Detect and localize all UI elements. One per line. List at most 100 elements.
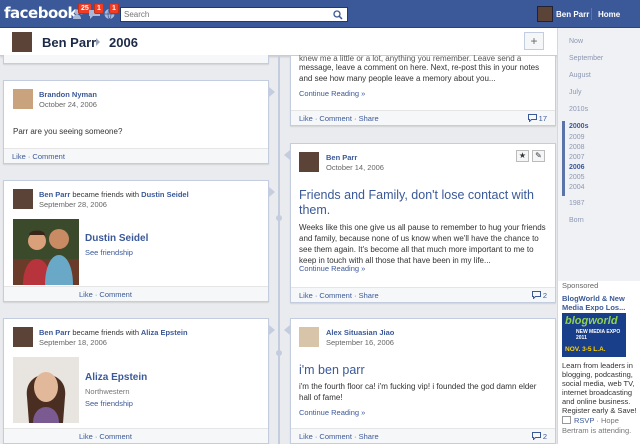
author-avatar[interactable]: [299, 327, 319, 347]
add-button[interactable]: +: [524, 32, 544, 50]
top-bar: facebook 25 1 1 Ben Parr Home: [0, 0, 640, 28]
nav-item-born[interactable]: Born: [569, 217, 584, 224]
note-title[interactable]: i'm ben parr: [299, 363, 551, 378]
like-comment-share-links[interactable]: Like · Comment · Share: [299, 432, 379, 441]
like-comment-links[interactable]: Like · Comment: [12, 152, 65, 161]
comment-count[interactable]: 17: [527, 114, 547, 123]
author-avatar[interactable]: [13, 89, 33, 109]
search-icon[interactable]: [333, 10, 343, 20]
note-text-line-3: and see how many people leave a memory a…: [299, 74, 496, 83]
post-author[interactable]: Ben Parr: [326, 153, 357, 162]
comment-bubble-icon: [531, 432, 541, 441]
nav-item-2000s[interactable]: 2000s: [569, 123, 588, 130]
timeline-header: Ben Parr 2006 +: [0, 28, 557, 56]
see-friendship-link[interactable]: See friendship: [85, 399, 133, 408]
search-input[interactable]: [121, 8, 326, 21]
timeline-spine: [278, 56, 280, 444]
post-author[interactable]: Brandon Nyman: [39, 90, 97, 99]
post-date[interactable]: September 28, 2006: [39, 200, 107, 209]
search-box: [120, 7, 348, 22]
sponsored-header: Sponsored: [562, 281, 599, 290]
breadcrumb-arrow-icon: [96, 38, 100, 46]
friend-photo[interactable]: [13, 357, 79, 423]
spine-pointer: [284, 325, 290, 335]
nav-item-now[interactable]: Now: [569, 38, 583, 45]
post-text: Parr are you seeing someone?: [13, 127, 123, 136]
post-author[interactable]: Alex Situasian Jiao: [326, 328, 394, 337]
note-title[interactable]: Friends and Family, don't lose contact w…: [299, 188, 551, 218]
facebook-logo[interactable]: facebook: [4, 4, 78, 22]
nav-item-1987[interactable]: 1987: [569, 200, 585, 207]
profile-name[interactable]: Ben Parr: [42, 35, 96, 50]
post-date[interactable]: September 16, 2006: [326, 338, 394, 347]
rsvp-link[interactable]: RSVP: [574, 416, 594, 425]
friend-requests-icon[interactable]: 25: [72, 3, 92, 20]
continue-reading-link[interactable]: Continue Reading »: [299, 264, 365, 273]
star-icon[interactable]: ★: [516, 150, 529, 162]
nav-item-2008[interactable]: 2008: [569, 144, 585, 151]
comment-count[interactable]: 2: [531, 432, 547, 441]
ad-image-subtitle: NEW MEDIA EXPO 2011: [576, 329, 621, 341]
edit-pencil-icon[interactable]: ✎: [532, 150, 545, 162]
friendship-card: Ben Parr became friends with Dustin Seid…: [3, 180, 269, 302]
post-date[interactable]: October 14, 2006: [326, 163, 384, 172]
friendship-card: Ben Parr became friends with Aliza Epste…: [3, 318, 269, 444]
note-card: Alex Situasian Jiao September 16, 2006 i…: [290, 318, 556, 444]
spine-pointer: [269, 325, 275, 335]
ad-image[interactable]: blogworld NEW MEDIA EXPO 2011 NOV. 3-5 L…: [562, 313, 626, 357]
like-comment-share-links[interactable]: Like · Comment · Share: [299, 114, 379, 123]
friend-link[interactable]: Dustin Seidel: [141, 190, 189, 199]
sponsored-ad: Sponsored BlogWorld & New Media Expo Los…: [557, 281, 640, 444]
ad-body: Learn from leaders in blogging, podcasti…: [562, 361, 637, 415]
friend-network: Northwestern: [85, 387, 130, 396]
spine-dot: [276, 215, 282, 221]
see-friendship-link[interactable]: See friendship: [85, 248, 133, 257]
friend-link[interactable]: Aliza Epstein: [141, 328, 188, 337]
home-link[interactable]: Home: [598, 10, 620, 19]
author-link[interactable]: Ben Parr: [39, 190, 70, 199]
ad-rsvp: RSVP · Hope: [574, 416, 619, 425]
comment-count[interactable]: 2: [531, 291, 547, 300]
nav-item-august[interactable]: August: [569, 72, 591, 79]
author-avatar[interactable]: [13, 327, 33, 347]
spine-pointer: [269, 187, 275, 197]
profile-avatar[interactable]: [12, 32, 32, 52]
continue-reading-link[interactable]: Continue Reading »: [299, 89, 365, 98]
ad-image-dates: NOV. 3-5 L.A.: [565, 346, 606, 353]
nav-item-2005[interactable]: 2005: [569, 174, 585, 181]
post-author: Ben Parr became friends with Aliza Epste…: [39, 328, 188, 337]
friend-name[interactable]: Aliza Epstein: [85, 372, 147, 383]
like-comment-links[interactable]: Like · Comment: [79, 432, 132, 441]
ad-title[interactable]: BlogWorld & New Media Expo Los...: [562, 294, 638, 312]
friend-name[interactable]: Dustin Seidel: [85, 233, 148, 244]
user-avatar[interactable]: [537, 6, 553, 22]
nav-item-2006[interactable]: 2006: [569, 164, 585, 171]
nav-item-2009[interactable]: 2009: [569, 134, 585, 141]
author-link[interactable]: Ben Parr: [39, 328, 70, 337]
timeline-year-nav: Now September August July 2010s 2000s 20…: [557, 28, 640, 281]
nav-item-2010s[interactable]: 2010s: [569, 106, 588, 113]
nav-item-2004[interactable]: 2004: [569, 184, 585, 191]
like-comment-share-links[interactable]: Like · Comment · Share: [299, 291, 379, 300]
comment-count-value: 2: [542, 291, 547, 300]
post-date[interactable]: September 18, 2006: [39, 338, 107, 347]
friend-photo[interactable]: [13, 219, 79, 285]
post-footer: [4, 55, 268, 63]
rsvp-separator: · Hope: [594, 416, 619, 425]
continue-reading-link[interactable]: Continue Reading »: [299, 408, 365, 417]
timeline-year: 2006: [109, 35, 138, 50]
notifications-globe-icon[interactable]: 1: [103, 3, 119, 20]
like-comment-links[interactable]: Like · Comment: [79, 290, 132, 299]
nav-selected-bar: [562, 121, 565, 196]
nav-item-september[interactable]: September: [569, 55, 603, 62]
note-text: i'm the fourth floor ca! i'm fucking vip…: [299, 382, 537, 402]
nav-item-2007[interactable]: 2007: [569, 154, 585, 161]
author-avatar[interactable]: [13, 189, 33, 209]
post-footer: Like · Comment · Share 2: [291, 428, 555, 443]
event-text: became friends with: [72, 328, 140, 337]
nav-item-july[interactable]: July: [569, 89, 581, 96]
messages-icon[interactable]: 1: [88, 3, 104, 20]
user-name-link[interactable]: Ben Parr: [556, 10, 589, 19]
author-avatar[interactable]: [299, 152, 319, 172]
post-date[interactable]: October 24, 2006: [39, 100, 97, 109]
